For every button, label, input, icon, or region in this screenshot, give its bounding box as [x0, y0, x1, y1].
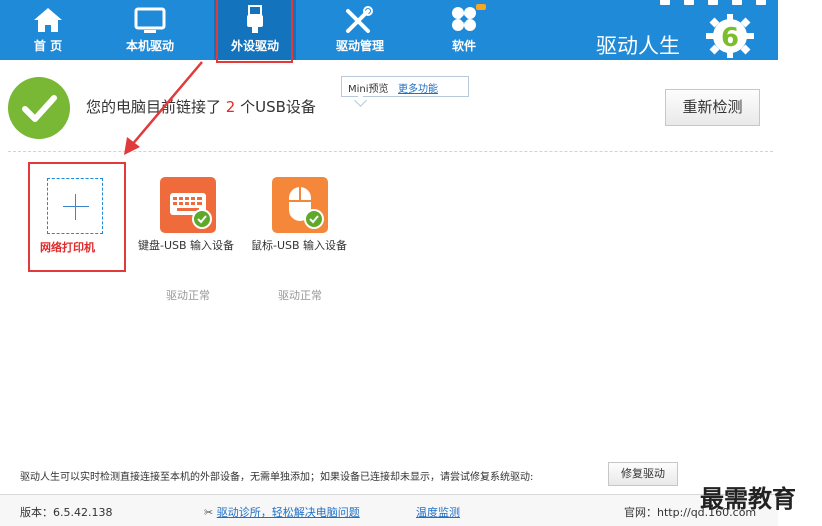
footer-hint-text: 驱动人生可以实时检测直接连接至本机的外部设备，无需单独添加；如果设备已连接却未显…: [20, 472, 534, 483]
nav-driver-management-label: 驱动管理: [335, 39, 384, 53]
nav-driver-management[interactable]: 驱动管理: [312, 0, 408, 60]
device-mouse-tile[interactable]: [272, 177, 328, 233]
driver-clinic-link[interactable]: 驱动诊所，轻松解决电脑问题: [217, 506, 360, 519]
home-icon: [0, 4, 96, 34]
app-window: 首 页 本机驱动 外设驱动 驱动管理 软件 驱动人生 6 您的电脑目前链接了 2…: [0, 0, 778, 526]
brand-name: 驱动人生: [596, 34, 680, 58]
version-text: 版本：6.5.42.138: [20, 506, 113, 519]
status-check-icon: [8, 77, 70, 139]
device-mouse-status: 驱动正常: [278, 289, 322, 302]
nav-software[interactable]: 软件: [416, 0, 512, 60]
window-close-icon[interactable]: [756, 0, 766, 5]
mini-preview-label: Mini预览: [348, 84, 389, 95]
nav-software-label: 软件: [451, 39, 476, 53]
brand-logo-digit: 6: [721, 23, 739, 53]
brand-logo-gear-icon: 6: [700, 12, 760, 58]
window-menu-icon[interactable]: [684, 0, 694, 5]
more-features-link[interactable]: 更多功能: [398, 80, 438, 95]
watermark-text: 最需教育: [700, 484, 796, 513]
monitor-icon: [102, 4, 198, 34]
temperature-monitor-link[interactable]: 温度监测: [416, 504, 460, 520]
status-suffix: 个USB设备: [240, 98, 316, 116]
nav-local-drivers-label: 本机驱动: [125, 39, 174, 53]
driver-ok-check-icon: [192, 209, 212, 229]
nav-home[interactable]: 首 页: [0, 0, 96, 60]
device-keyboard-tile[interactable]: [160, 177, 216, 233]
tools-icon: ✂: [204, 506, 214, 519]
device-keyboard-name: 键盘-USB 输入设备: [138, 239, 235, 252]
device-keyboard-status: 驱动正常: [166, 289, 210, 302]
device-mouse-name: 鼠标-USB 输入设备: [251, 239, 348, 252]
nav-highlight-box: [216, 0, 293, 63]
wrench-icon: [312, 4, 408, 34]
top-nav-bar: 首 页 本机驱动 外设驱动 驱动管理 软件 驱动人生 6: [0, 0, 778, 60]
window-skin-icon[interactable]: [660, 0, 670, 5]
driver-ok-check-icon: [304, 209, 324, 229]
add-device-highlight-box: [28, 162, 126, 272]
status-bar: 版本：6.5.42.138 ✂ 驱动诊所，轻松解决电脑问题 温度监测 官网：ht…: [0, 494, 778, 526]
clover-icon: [416, 4, 512, 34]
usb-status-text: 您的电脑目前链接了 2 个USB设备: [86, 96, 316, 117]
window-minimize-icon[interactable]: [708, 0, 718, 5]
section-divider: [8, 151, 773, 152]
diag-link-group: ✂ 驱动诊所，轻松解决电脑问题: [204, 504, 360, 520]
rescan-button[interactable]: 重新检测: [665, 89, 760, 126]
status-prefix: 您的电脑目前链接了: [86, 98, 222, 116]
window-mini-icon[interactable]: [732, 0, 742, 5]
repair-driver-button[interactable]: 修复驱动: [608, 462, 678, 486]
nav-home-label: 首 页: [33, 39, 63, 53]
nav-local-drivers[interactable]: 本机驱动: [102, 0, 198, 60]
status-device-count: 2: [225, 98, 236, 116]
